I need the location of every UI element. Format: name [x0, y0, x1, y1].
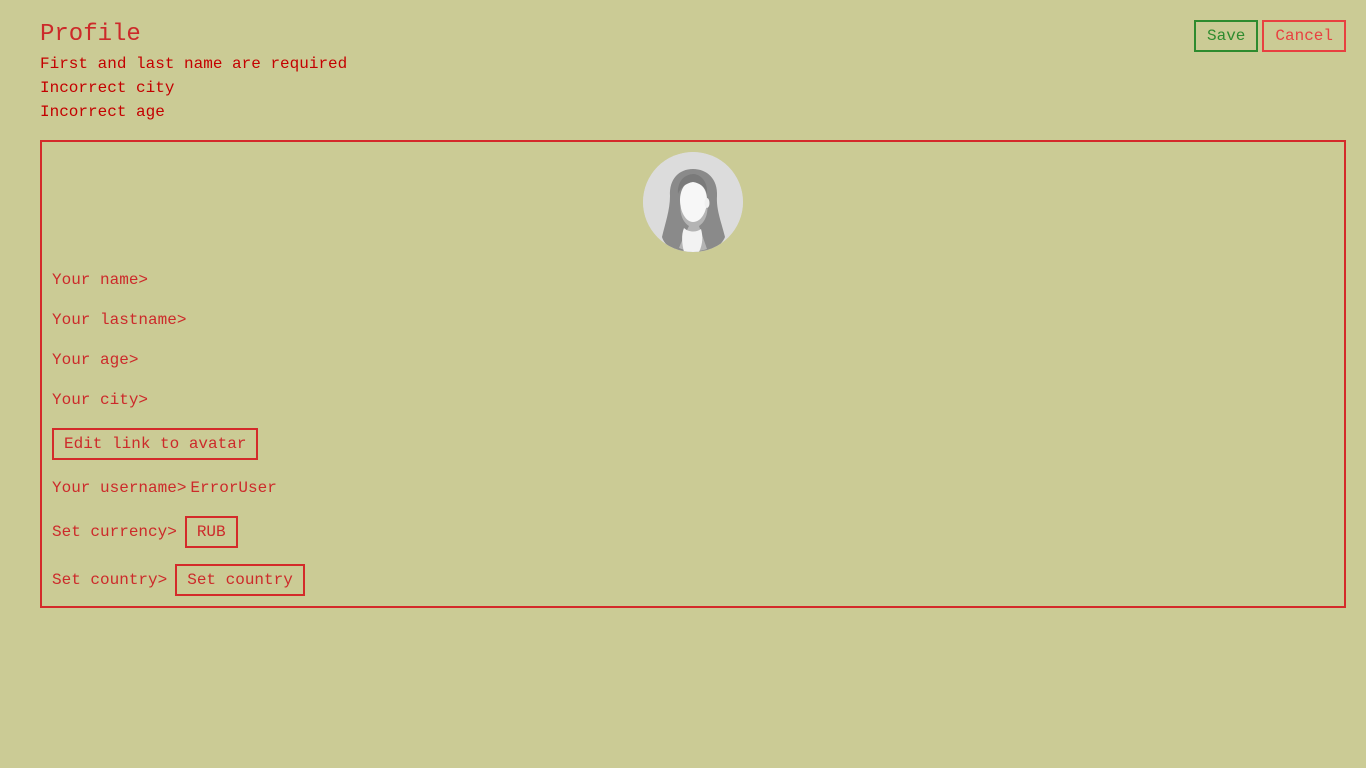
- username-label: Your username>: [52, 479, 187, 497]
- currency-label: Set currency>: [52, 523, 177, 541]
- error-message: Incorrect age: [40, 103, 165, 121]
- age-label: Your age>: [52, 351, 139, 369]
- save-button[interactable]: Save: [1193, 20, 1259, 52]
- lastname-field[interactable]: Your lastname>: [52, 308, 186, 332]
- username-value: ErrorUser: [190, 479, 277, 497]
- header-actions: Save Cancel: [1193, 20, 1346, 52]
- error-message: First and last name are required: [40, 55, 348, 73]
- profile-form: Your name> Your lastname> Your age> Your…: [40, 140, 1346, 608]
- city-label: Your city>: [52, 391, 149, 409]
- age-field[interactable]: Your age>: [52, 348, 138, 372]
- user-avatar-icon: [643, 152, 743, 252]
- edit-avatar-row: Edit link to avatar: [52, 428, 259, 460]
- currency-select-button[interactable]: RUB: [184, 516, 238, 548]
- city-field[interactable]: Your city>: [52, 388, 148, 412]
- error-list: First and last name are required Incorre…: [40, 52, 347, 124]
- country-select-button[interactable]: Set country: [175, 564, 305, 596]
- page-title: Profile: [40, 21, 141, 48]
- country-label: Set country>: [52, 571, 168, 589]
- lastname-label: Your lastname>: [52, 311, 187, 329]
- username-row: Your username> ErrorUser: [52, 476, 277, 500]
- name-field[interactable]: Your name>: [52, 268, 148, 292]
- country-row: Set country> Set country: [52, 564, 305, 596]
- profile-page: Profile First and last name are required…: [0, 0, 1366, 768]
- currency-row: Set currency> RUB: [52, 516, 238, 548]
- name-label: Your name>: [52, 271, 149, 289]
- error-message: Incorrect city: [40, 79, 175, 97]
- avatar: [643, 152, 743, 252]
- cancel-button[interactable]: Cancel: [1262, 20, 1346, 52]
- edit-avatar-link-button[interactable]: Edit link to avatar: [52, 428, 259, 460]
